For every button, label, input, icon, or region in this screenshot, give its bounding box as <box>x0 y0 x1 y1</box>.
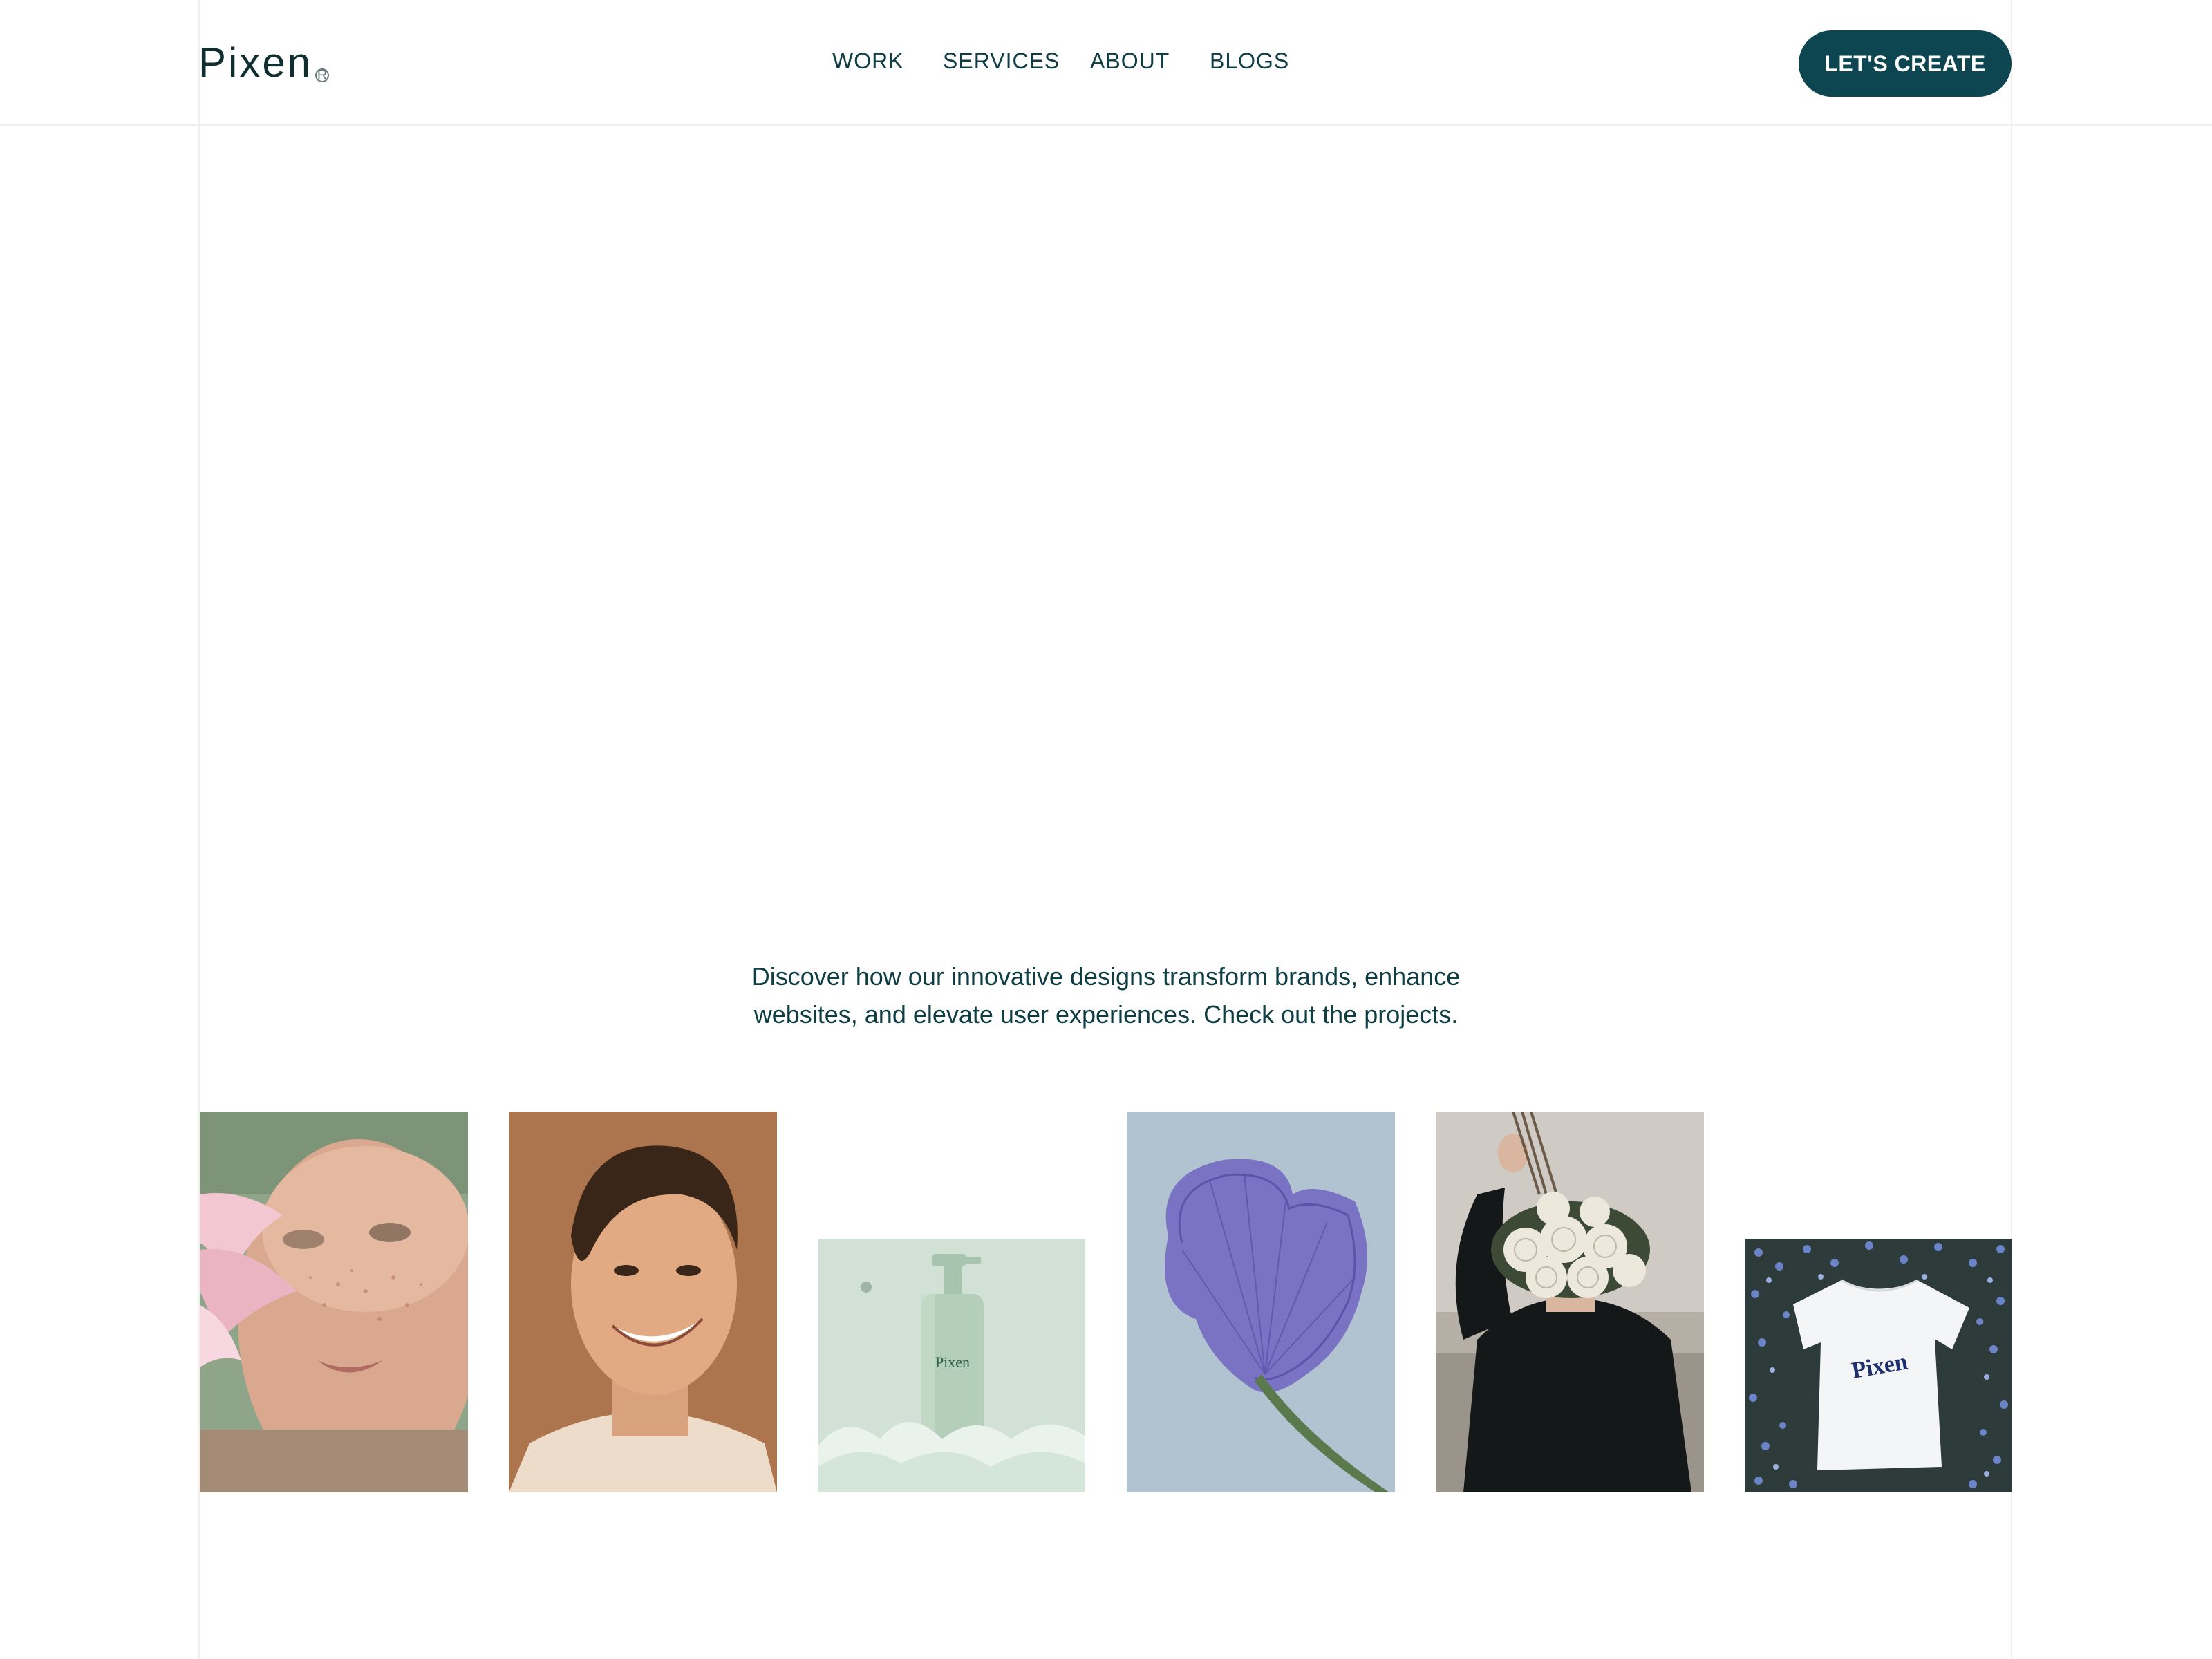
gallery-image-freckled-face[interactable] <box>200 1112 468 1492</box>
gallery-image-iris-petal[interactable] <box>1127 1112 1395 1492</box>
site-header: Pixen R WORK SERVICES ABOUT BLOGS LET'S C… <box>0 0 2212 126</box>
nav-work[interactable]: WORK <box>832 48 904 74</box>
intro-line-1: Discover how our innovative designs tran… <box>751 962 1461 991</box>
gallery-image-pixen-tshirt[interactable]: Pixen <box>1745 1239 2012 1492</box>
nav-services[interactable]: SERVICES <box>943 48 1060 74</box>
intro-line-2: websites, and elevate user experiences. … <box>753 1000 1459 1029</box>
intro-text: Discover how our innovative designs tran… <box>622 957 1590 1033</box>
gallery-image-smiling-man[interactable] <box>509 1112 777 1492</box>
gallery-image-rose-bouquet[interactable] <box>1436 1112 1704 1492</box>
nav-blogs[interactable]: BLOGS <box>1210 48 1289 74</box>
nav-about[interactable]: ABOUT <box>1090 48 1170 74</box>
lets-create-button[interactable]: LET'S CREATE <box>1799 30 2012 97</box>
gallery-image-green-bottle[interactable]: Pixen <box>818 1239 1085 1492</box>
bottle-label: Pixen <box>935 1353 970 1371</box>
